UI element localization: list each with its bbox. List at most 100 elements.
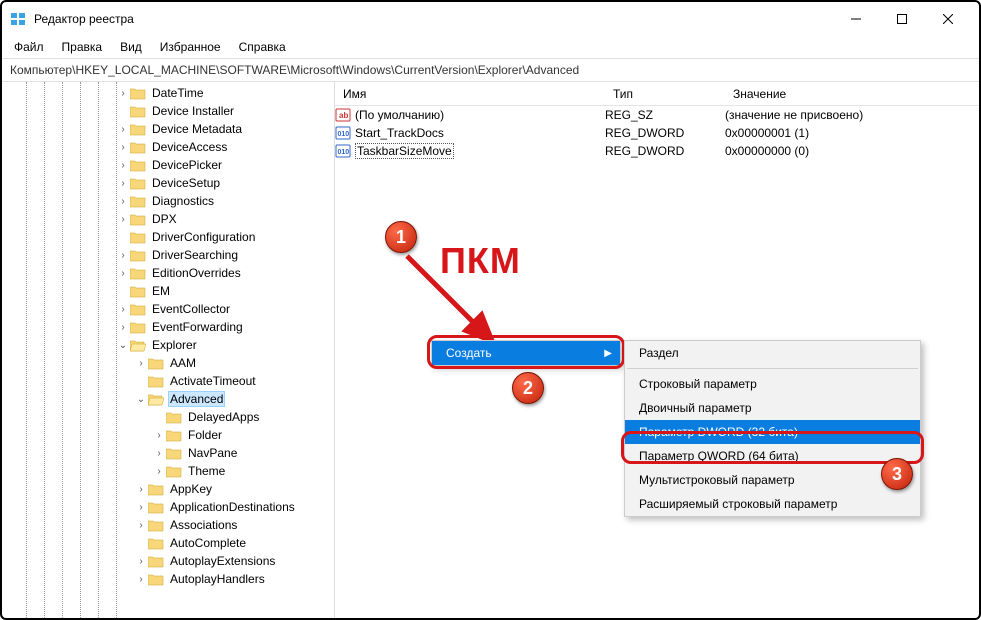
chevron-icon[interactable]: › — [116, 250, 130, 261]
folder-icon — [130, 86, 146, 100]
tree-item[interactable]: ›DeviceSetup — [2, 174, 334, 192]
tree-item[interactable]: ›DeviceAccess — [2, 138, 334, 156]
chevron-icon[interactable]: › — [134, 484, 148, 495]
ctx-qword[interactable]: Параметр QWORD (64 бита) — [625, 444, 920, 468]
tree-item[interactable]: › DPX — [2, 210, 334, 228]
tree-item[interactable]: ›Device Metadata — [2, 120, 334, 138]
tree-item[interactable]: › Theme — [2, 462, 334, 480]
tree-label: AutoplayHandlers — [168, 572, 267, 586]
tree-item[interactable]: › Folder — [2, 426, 334, 444]
close-button[interactable] — [925, 4, 971, 34]
tree-item[interactable]: ›DateTime — [2, 84, 334, 102]
value-row[interactable]: 010Start_TrackDocsREG_DWORD0x00000001 (1… — [335, 124, 979, 142]
tree-item[interactable]: AutoComplete — [2, 534, 334, 552]
chevron-icon[interactable]: › — [134, 520, 148, 531]
folder-icon — [148, 374, 164, 388]
value-type: REG_DWORD — [605, 126, 725, 140]
folder-icon — [166, 446, 182, 460]
tree-label: DriverConfiguration — [150, 230, 257, 244]
value-row[interactable]: ab(По умолчанию)REG_SZ(значение не присв… — [335, 106, 979, 124]
tree-item[interactable]: Device Installer — [2, 102, 334, 120]
chevron-icon[interactable]: ⌄ — [134, 394, 148, 405]
tree-pane[interactable]: ›DateTimeDevice Installer›Device Metadat… — [2, 82, 335, 618]
tree-label: EM — [150, 284, 172, 298]
chevron-icon[interactable]: ⌄ — [116, 340, 130, 351]
folder-icon — [148, 554, 164, 568]
value-name: (По умолчанию) — [355, 108, 444, 122]
menu-file[interactable]: Файл — [6, 38, 52, 56]
col-value[interactable]: Значение — [725, 87, 979, 101]
tree-item[interactable]: EM — [2, 282, 334, 300]
tree-item[interactable]: › AppKey — [2, 480, 334, 498]
tree-label: Diagnostics — [150, 194, 216, 208]
tree-item[interactable]: ActivateTimeout — [2, 372, 334, 390]
ctx-multistring[interactable]: Мультистроковый параметр — [625, 468, 920, 492]
menu-help[interactable]: Справка — [231, 38, 294, 56]
tree-item[interactable]: › ApplicationDestinations — [2, 498, 334, 516]
tree-item[interactable]: DelayedApps — [2, 408, 334, 426]
titlebar: Редактор реестра — [2, 2, 979, 36]
value-type-icon: ab — [335, 107, 351, 123]
maximize-button[interactable] — [879, 4, 925, 34]
tree-item[interactable]: ›EventCollector — [2, 300, 334, 318]
chevron-icon[interactable]: › — [134, 502, 148, 513]
chevron-icon[interactable]: › — [116, 214, 130, 225]
chevron-icon[interactable]: › — [116, 178, 130, 189]
tree-item[interactable]: › AutoplayHandlers — [2, 570, 334, 588]
minimize-button[interactable] — [833, 4, 879, 34]
chevron-icon[interactable]: › — [116, 124, 130, 135]
tree-item[interactable]: DriverConfiguration — [2, 228, 334, 246]
chevron-icon[interactable]: › — [116, 196, 130, 207]
tree-label: Folder — [186, 428, 224, 442]
folder-icon — [148, 356, 164, 370]
tree-label: Theme — [186, 464, 227, 478]
tree-item[interactable]: ›DevicePicker — [2, 156, 334, 174]
value-row[interactable]: 010TaskbarSizeMoveREG_DWORD0x00000000 (0… — [335, 142, 979, 160]
chevron-icon[interactable]: › — [116, 160, 130, 171]
tree-item[interactable]: ›AAM — [2, 354, 334, 372]
chevron-icon[interactable]: › — [152, 430, 166, 441]
value-type-icon: 010 — [335, 125, 351, 141]
address-bar[interactable]: Компьютер\HKEY_LOCAL_MACHINE\SOFTWARE\Mi… — [2, 58, 979, 82]
ctx-dword[interactable]: Параметр DWORD (32 бита) — [625, 420, 920, 444]
tree-item[interactable]: ›DriverSearching — [2, 246, 334, 264]
ctx-create[interactable]: Создать▶ — [432, 341, 620, 365]
col-type[interactable]: Тип — [605, 87, 725, 101]
ctx-string[interactable]: Строковый параметр — [625, 372, 920, 396]
ctx-expandstring[interactable]: Расширяемый строковый параметр — [625, 492, 920, 516]
tree-label: AppKey — [168, 482, 214, 496]
chevron-icon[interactable]: › — [116, 304, 130, 315]
chevron-icon[interactable]: › — [116, 142, 130, 153]
tree-label: DPX — [150, 212, 179, 226]
menu-view[interactable]: Вид — [112, 38, 150, 56]
tree-item[interactable]: › Diagnostics — [2, 192, 334, 210]
menu-favorites[interactable]: Избранное — [152, 38, 229, 56]
chevron-icon[interactable]: › — [152, 466, 166, 477]
tree-item[interactable]: ›EventForwarding — [2, 318, 334, 336]
chevron-icon[interactable]: › — [134, 358, 148, 369]
menubar: Файл Правка Вид Избранное Справка — [2, 36, 979, 58]
chevron-icon[interactable]: › — [152, 448, 166, 459]
chevron-icon[interactable]: › — [116, 322, 130, 333]
values-pane[interactable]: Имя Тип Значение ab(По умолчанию)REG_SZ(… — [335, 82, 979, 618]
folder-icon — [130, 122, 146, 136]
ctx-key[interactable]: Раздел — [625, 341, 920, 365]
chevron-icon[interactable]: › — [116, 268, 130, 279]
col-name[interactable]: Имя — [335, 87, 605, 101]
tree-item[interactable]: ›AutoplayExtensions — [2, 552, 334, 570]
list-header: Имя Тип Значение — [335, 82, 979, 106]
tree-label: ApplicationDestinations — [168, 500, 297, 514]
tree-item[interactable]: ›Associations — [2, 516, 334, 534]
tree-item[interactable]: ⌄Advanced — [2, 390, 334, 408]
tree-item[interactable]: ⌄ Explorer — [2, 336, 334, 354]
folder-icon — [130, 320, 146, 334]
menu-edit[interactable]: Правка — [54, 38, 111, 56]
ctx-binary[interactable]: Двоичный параметр — [625, 396, 920, 420]
chevron-icon[interactable]: › — [116, 88, 130, 99]
chevron-icon[interactable]: › — [134, 574, 148, 585]
tree-label: Explorer — [150, 338, 199, 352]
value-data: (значение не присвоено) — [725, 108, 979, 122]
chevron-icon[interactable]: › — [134, 556, 148, 567]
tree-item[interactable]: ›NavPane — [2, 444, 334, 462]
tree-item[interactable]: ›EditionOverrides — [2, 264, 334, 282]
